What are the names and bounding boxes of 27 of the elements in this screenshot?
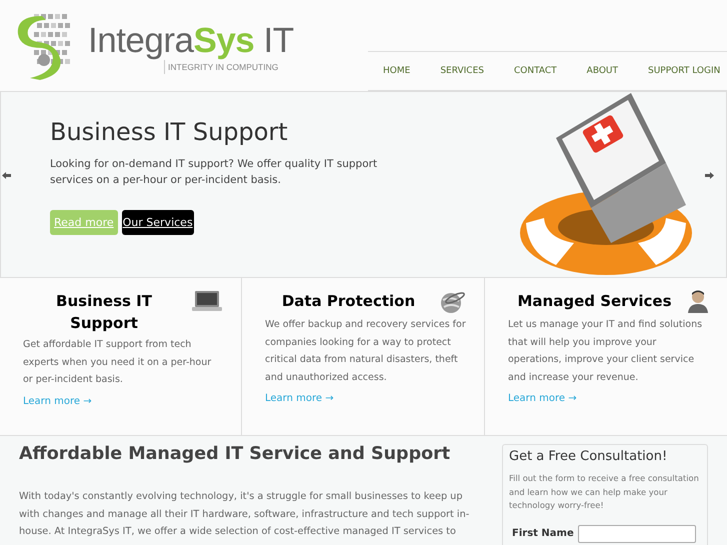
first-name-field[interactable] — [578, 524, 696, 542]
consultation-text: Fill out the form to receive a free consultation and learn how we can help make your technology worry-free! — [509, 472, 700, 512]
nav-link[interactable]: CONTACT — [498, 66, 572, 76]
hero-text: Looking for on-demand IT support? We offer quality IT support services on a per-hour or per-incident basis. — [50, 157, 378, 188]
logo-tagline: INTEGRITY IN COMPUTING — [164, 60, 294, 74]
globe-icon — [438, 290, 466, 314]
section-text: With today's constantly evolving technology, it's a struggle for small businesses to keep up with changes and manage all their IT hardware, software, infrastructure and tech support in-house. At IntegraSys IT, we offer a wide selection of cost-effective managed IT services to — [19, 490, 470, 539]
person-icon — [687, 290, 709, 314]
feature-text: Get affordable IT support from tech experts when you need it on a per-hour or per-incident basis. — [23, 338, 212, 387]
laptop-icon — [191, 290, 223, 312]
next-arrow-icon[interactable] — [705, 172, 714, 179]
consultation-title: Get a Free Consultation! — [509, 449, 668, 464]
section-title: Affordable Managed IT Service and Support — [19, 443, 452, 466]
nav-link[interactable]: ABOUT — [572, 66, 633, 76]
previous-arrow-icon[interactable] — [2, 172, 11, 179]
services-button[interactable]: Our Services — [122, 210, 194, 235]
nav-link[interactable]: HOME — [368, 66, 426, 76]
feature-text: Let us manage your IT and find solutions that will help you improve your operations, improve your client service and increase your revenue. — [508, 318, 704, 384]
field-label: First Name — [511, 528, 574, 539]
nav-link[interactable]: SUPPORT LOGIN — [633, 66, 727, 76]
hero-title: Business IT Support — [50, 118, 289, 146]
feature-text: We offer backup and recovery services for companies looking for a way to protect critical data from natural disasters, theft and unauthorized access. — [265, 318, 466, 384]
feature-title: Managed Services — [516, 291, 672, 312]
nav-link[interactable]: SERVICES — [425, 66, 499, 76]
feature-title: Data Protection — [280, 291, 416, 312]
logo-wordmark: IntegraSys IT — [88, 22, 294, 60]
feature-title: Business IT Support — [55, 291, 153, 334]
